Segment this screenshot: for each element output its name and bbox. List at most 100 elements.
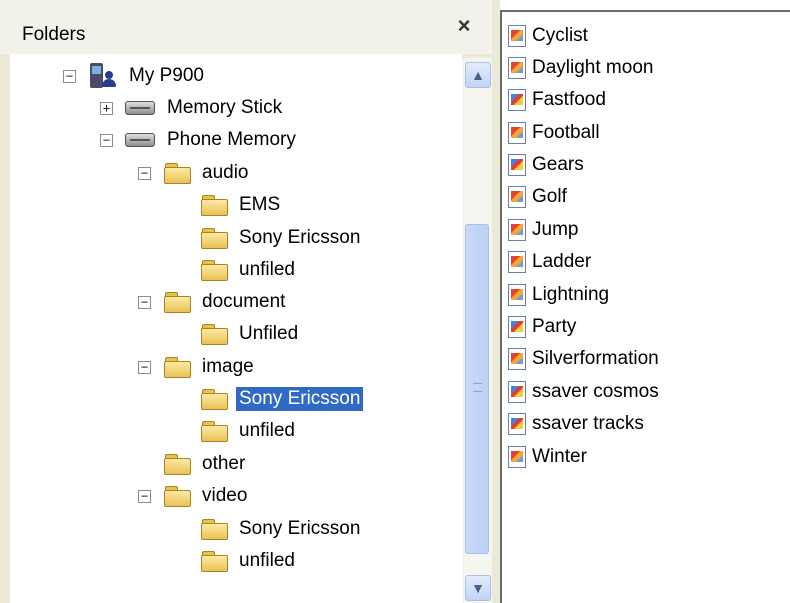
folders-pane-header: Folders × [0,0,492,54]
collapse-icon[interactable]: − [63,69,76,83]
tree-item-image-unfiled[interactable]: unfiled [200,416,298,446]
tree-item-label: Phone Memory [167,129,296,150]
file-item-label: Football [532,122,600,143]
folder-icon [200,518,228,540]
tree-item-document-unfiled[interactable]: Unfiled [200,319,301,349]
file-item-label: Golf [532,186,567,207]
file-item-lightning[interactable]: Lightning [508,280,609,310]
tree-item-label: unfiled [239,420,295,441]
tree-item-memory-stick[interactable]: + Memory Stick [100,93,285,123]
tree-item-image[interactable]: − image [138,352,257,382]
tree-item-label: Sony Ericsson [239,227,361,248]
file-item-ladder[interactable]: Ladder [508,247,591,277]
tree-item-label: My P900 [129,65,204,86]
image-file-icon [508,122,526,144]
tree-item-label: Unfiled [239,323,299,344]
tree-item-audio-ems[interactable]: EMS [200,190,283,220]
folder-icon [200,323,228,345]
file-item-label: Fastfood [532,89,606,110]
image-file-icon [508,316,526,338]
drive-icon [125,101,155,115]
folder-icon [163,162,191,184]
file-item-label: Ladder [532,251,592,272]
file-item-daylight-moon[interactable]: Daylight moon [508,53,653,83]
file-item-party[interactable]: Party [508,312,576,342]
tree-item-label: video [202,485,248,506]
file-item-label: Party [532,316,577,337]
image-file-icon [508,413,526,435]
tree-item-document[interactable]: − document [138,287,288,317]
folder-icon [200,388,228,410]
file-item-label: Silverformation [532,348,659,369]
tree-item-video-unfiled[interactable]: unfiled [200,546,298,576]
tree-item-label: Sony Ericsson [239,518,361,539]
tree-item-my-p900[interactable]: − My P900 [63,61,207,91]
tree-item-label: EMS [239,194,281,215]
image-file-icon [508,251,526,273]
file-item-golf[interactable]: Golf [508,182,567,212]
image-file-icon [508,219,526,241]
file-item-cyclist[interactable]: Cyclist [508,21,588,51]
folder-tree-scrollbar[interactable]: ▲ ▼ [462,58,492,603]
tree-item-label: audio [202,162,249,183]
file-item-gears[interactable]: Gears [508,150,584,180]
file-item-jump[interactable]: Jump [508,215,578,245]
image-file-icon [508,186,526,208]
phone-device-icon [88,63,118,89]
folder-tree: − My P900 + Memory Stick − Phone Memory … [10,54,462,603]
tree-item-audio-unfiled[interactable]: unfiled [200,255,298,285]
tree-item-label: other [202,453,246,474]
tree-item-audio[interactable]: − audio [138,158,252,188]
drive-icon [125,133,155,147]
image-file-icon [508,348,526,370]
tree-item-image-sony-ericsson[interactable]: Sony Ericsson [200,384,364,414]
tree-item-video-sony-ericsson[interactable]: Sony Ericsson [200,514,363,544]
pane-splitter[interactable] [492,0,500,603]
expand-icon[interactable]: + [100,101,113,115]
file-item-ssaver-tracks[interactable]: ssaver tracks [508,409,644,439]
image-file-icon [508,284,526,306]
folder-icon [163,453,191,475]
file-item-label: ssaver cosmos [532,381,659,402]
collapse-icon[interactable]: − [138,166,151,180]
collapse-icon[interactable]: − [100,133,113,147]
folder-icon [200,259,228,281]
file-item-winter[interactable]: Winter [508,442,587,472]
scroll-up-icon[interactable]: ▲ [465,62,491,88]
file-item-silverformation[interactable]: Silverformation [508,344,659,374]
collapse-icon[interactable]: − [138,489,151,503]
scroll-thumb[interactable] [465,224,489,554]
image-file-icon [508,446,526,468]
tree-item-label: unfiled [239,550,295,571]
folder-icon [163,291,191,313]
tree-item-label: document [202,291,286,312]
file-item-label: ssaver tracks [532,413,644,434]
tree-item-other[interactable]: other [163,449,248,479]
close-icon[interactable]: × [452,14,476,38]
tree-item-label: Memory Stick [167,97,283,118]
folder-icon [200,420,228,442]
tree-item-label: unfiled [239,259,295,280]
tree-item-video[interactable]: − video [138,481,250,511]
folder-icon [200,227,228,249]
tree-item-label: image [202,356,254,377]
file-item-label: Winter [532,446,587,467]
image-file-icon [508,57,526,79]
scroll-track[interactable] [465,88,489,575]
file-item-fastfood[interactable]: Fastfood [508,85,606,115]
image-file-icon [508,89,526,111]
file-item-label: Jump [532,219,579,240]
folder-icon [200,550,228,572]
tree-item-phone-memory[interactable]: − Phone Memory [100,125,299,155]
file-list-pane: Cyclist Daylight moon Fastfood Football … [500,10,790,603]
scroll-down-icon[interactable]: ▼ [465,575,491,601]
file-item-ssaver-cosmos[interactable]: ssaver cosmos [508,377,659,407]
folder-icon [163,356,191,378]
tree-item-audio-sony-ericsson[interactable]: Sony Ericsson [200,223,363,253]
image-file-icon [508,25,526,47]
file-item-football[interactable]: Football [508,118,600,148]
collapse-icon[interactable]: − [138,360,151,374]
collapse-icon[interactable]: − [138,295,151,309]
image-file-icon [508,381,526,403]
folder-icon [200,194,228,216]
